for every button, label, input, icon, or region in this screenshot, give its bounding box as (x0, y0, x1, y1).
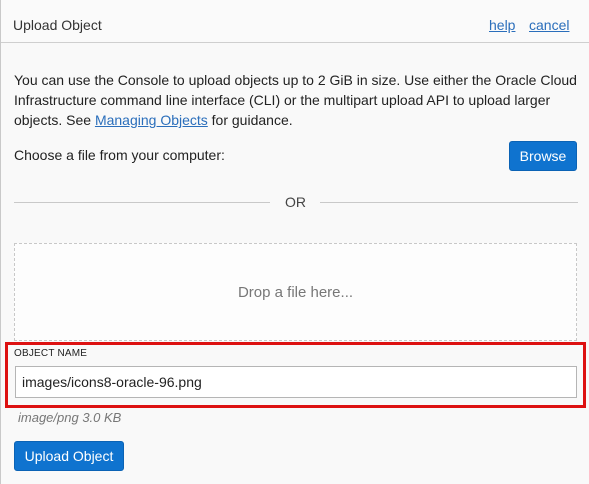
browse-button[interactable]: Browse (509, 141, 577, 171)
upload-object-button[interactable]: Upload Object (14, 441, 124, 471)
file-drop-zone[interactable]: Drop a file here... (14, 243, 577, 341)
managing-objects-link[interactable]: Managing Objects (95, 112, 208, 128)
file-meta-info: image/png 3.0 KB (18, 410, 122, 425)
help-link[interactable]: help (489, 17, 515, 33)
divider-line-right (320, 202, 578, 203)
object-name-label: OBJECT NAME (14, 348, 88, 359)
upload-description: You can use the Console to upload object… (14, 70, 579, 130)
or-label: OR (285, 194, 306, 210)
drop-zone-label: Drop a file here... (237, 283, 354, 301)
divider-line-left (14, 202, 270, 203)
cancel-link[interactable]: cancel (529, 17, 569, 33)
panel-header: Upload Object help cancel (1, 0, 589, 43)
or-divider: OR (14, 192, 578, 212)
choose-file-label: Choose a file from your computer: (14, 147, 225, 163)
upload-object-panel: Upload Object help cancel You can use th… (0, 0, 589, 484)
object-name-input[interactable] (15, 366, 577, 398)
description-text-end: for guidance. (207, 112, 293, 128)
panel-title: Upload Object (13, 17, 102, 33)
